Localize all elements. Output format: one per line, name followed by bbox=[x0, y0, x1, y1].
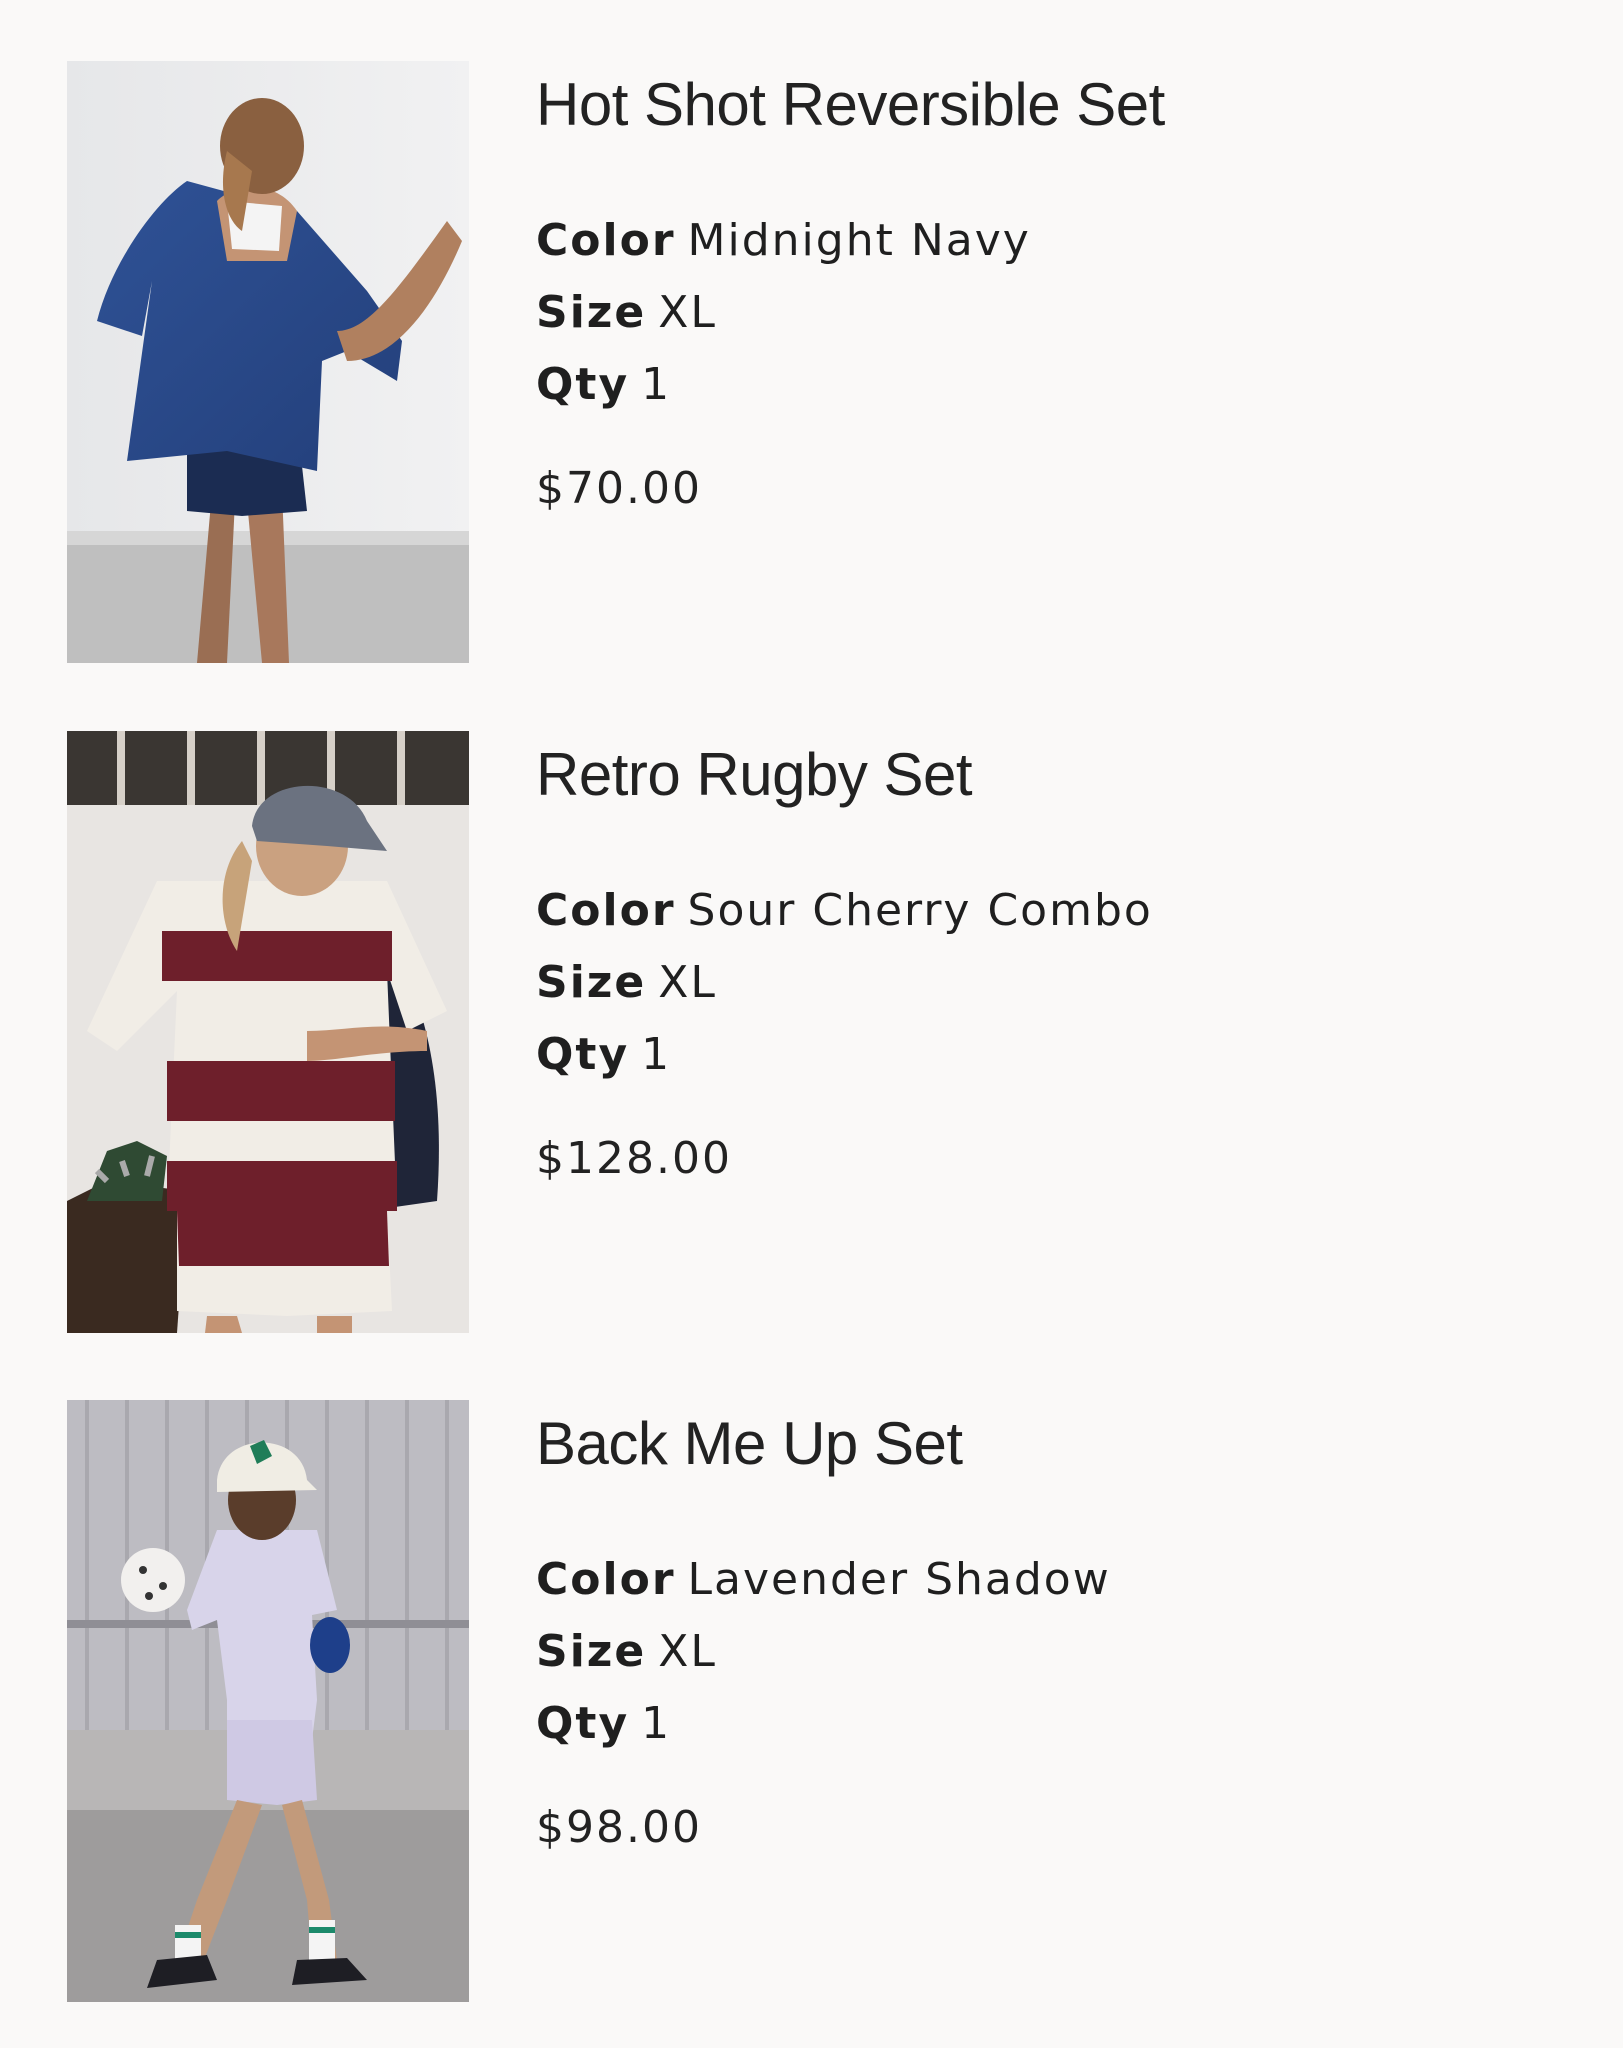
color-row: Color Midnight Navy bbox=[536, 219, 1031, 263]
cart-item-list: Hot Shot Reversible Set Color Midnight Na… bbox=[0, 0, 1623, 2048]
color-label: Color bbox=[536, 885, 676, 936]
color-row: Color Sour Cherry Combo bbox=[536, 889, 1153, 933]
color-value: Lavender Shadow bbox=[687, 1554, 1111, 1605]
qty-label: Qty bbox=[536, 359, 630, 410]
qty-value: 1 bbox=[641, 359, 672, 410]
product-title[interactable]: Hot Shot Reversible Set bbox=[536, 75, 1165, 135]
color-label: Color bbox=[536, 215, 676, 266]
product-image[interactable] bbox=[67, 61, 469, 663]
size-value: XL bbox=[658, 1626, 717, 1677]
product-title[interactable]: Retro Rugby Set bbox=[536, 745, 973, 805]
qty-value: 1 bbox=[641, 1698, 672, 1749]
cart-item: Retro Rugby Set Color Sour Cherry Combo S… bbox=[67, 731, 1567, 1333]
size-row: Size XL bbox=[536, 1630, 717, 1674]
product-image[interactable] bbox=[67, 731, 469, 1333]
qty-row: Qty 1 bbox=[536, 363, 671, 407]
color-label: Color bbox=[536, 1554, 676, 1605]
size-label: Size bbox=[536, 287, 647, 338]
size-row: Size XL bbox=[536, 291, 717, 335]
cart-item: Back Me Up Set Color Lavender Shadow Size… bbox=[67, 1400, 1567, 2002]
size-label: Size bbox=[536, 1626, 647, 1677]
cart-item: Hot Shot Reversible Set Color Midnight Na… bbox=[67, 61, 1567, 663]
item-price: $128.00 bbox=[536, 1133, 732, 1184]
qty-row: Qty 1 bbox=[536, 1033, 671, 1077]
qty-label: Qty bbox=[536, 1698, 630, 1749]
color-value: Sour Cherry Combo bbox=[687, 885, 1153, 936]
qty-label: Qty bbox=[536, 1029, 630, 1080]
product-title[interactable]: Back Me Up Set bbox=[536, 1414, 963, 1474]
item-price: $70.00 bbox=[536, 463, 702, 514]
size-value: XL bbox=[658, 287, 717, 338]
qty-value: 1 bbox=[641, 1029, 672, 1080]
product-image[interactable] bbox=[67, 1400, 469, 2002]
color-value: Midnight Navy bbox=[687, 215, 1031, 266]
qty-row: Qty 1 bbox=[536, 1702, 671, 1746]
size-row: Size XL bbox=[536, 961, 717, 1005]
item-price: $98.00 bbox=[536, 1802, 702, 1853]
color-row: Color Lavender Shadow bbox=[536, 1558, 1111, 1602]
size-label: Size bbox=[536, 957, 647, 1008]
size-value: XL bbox=[658, 957, 717, 1008]
